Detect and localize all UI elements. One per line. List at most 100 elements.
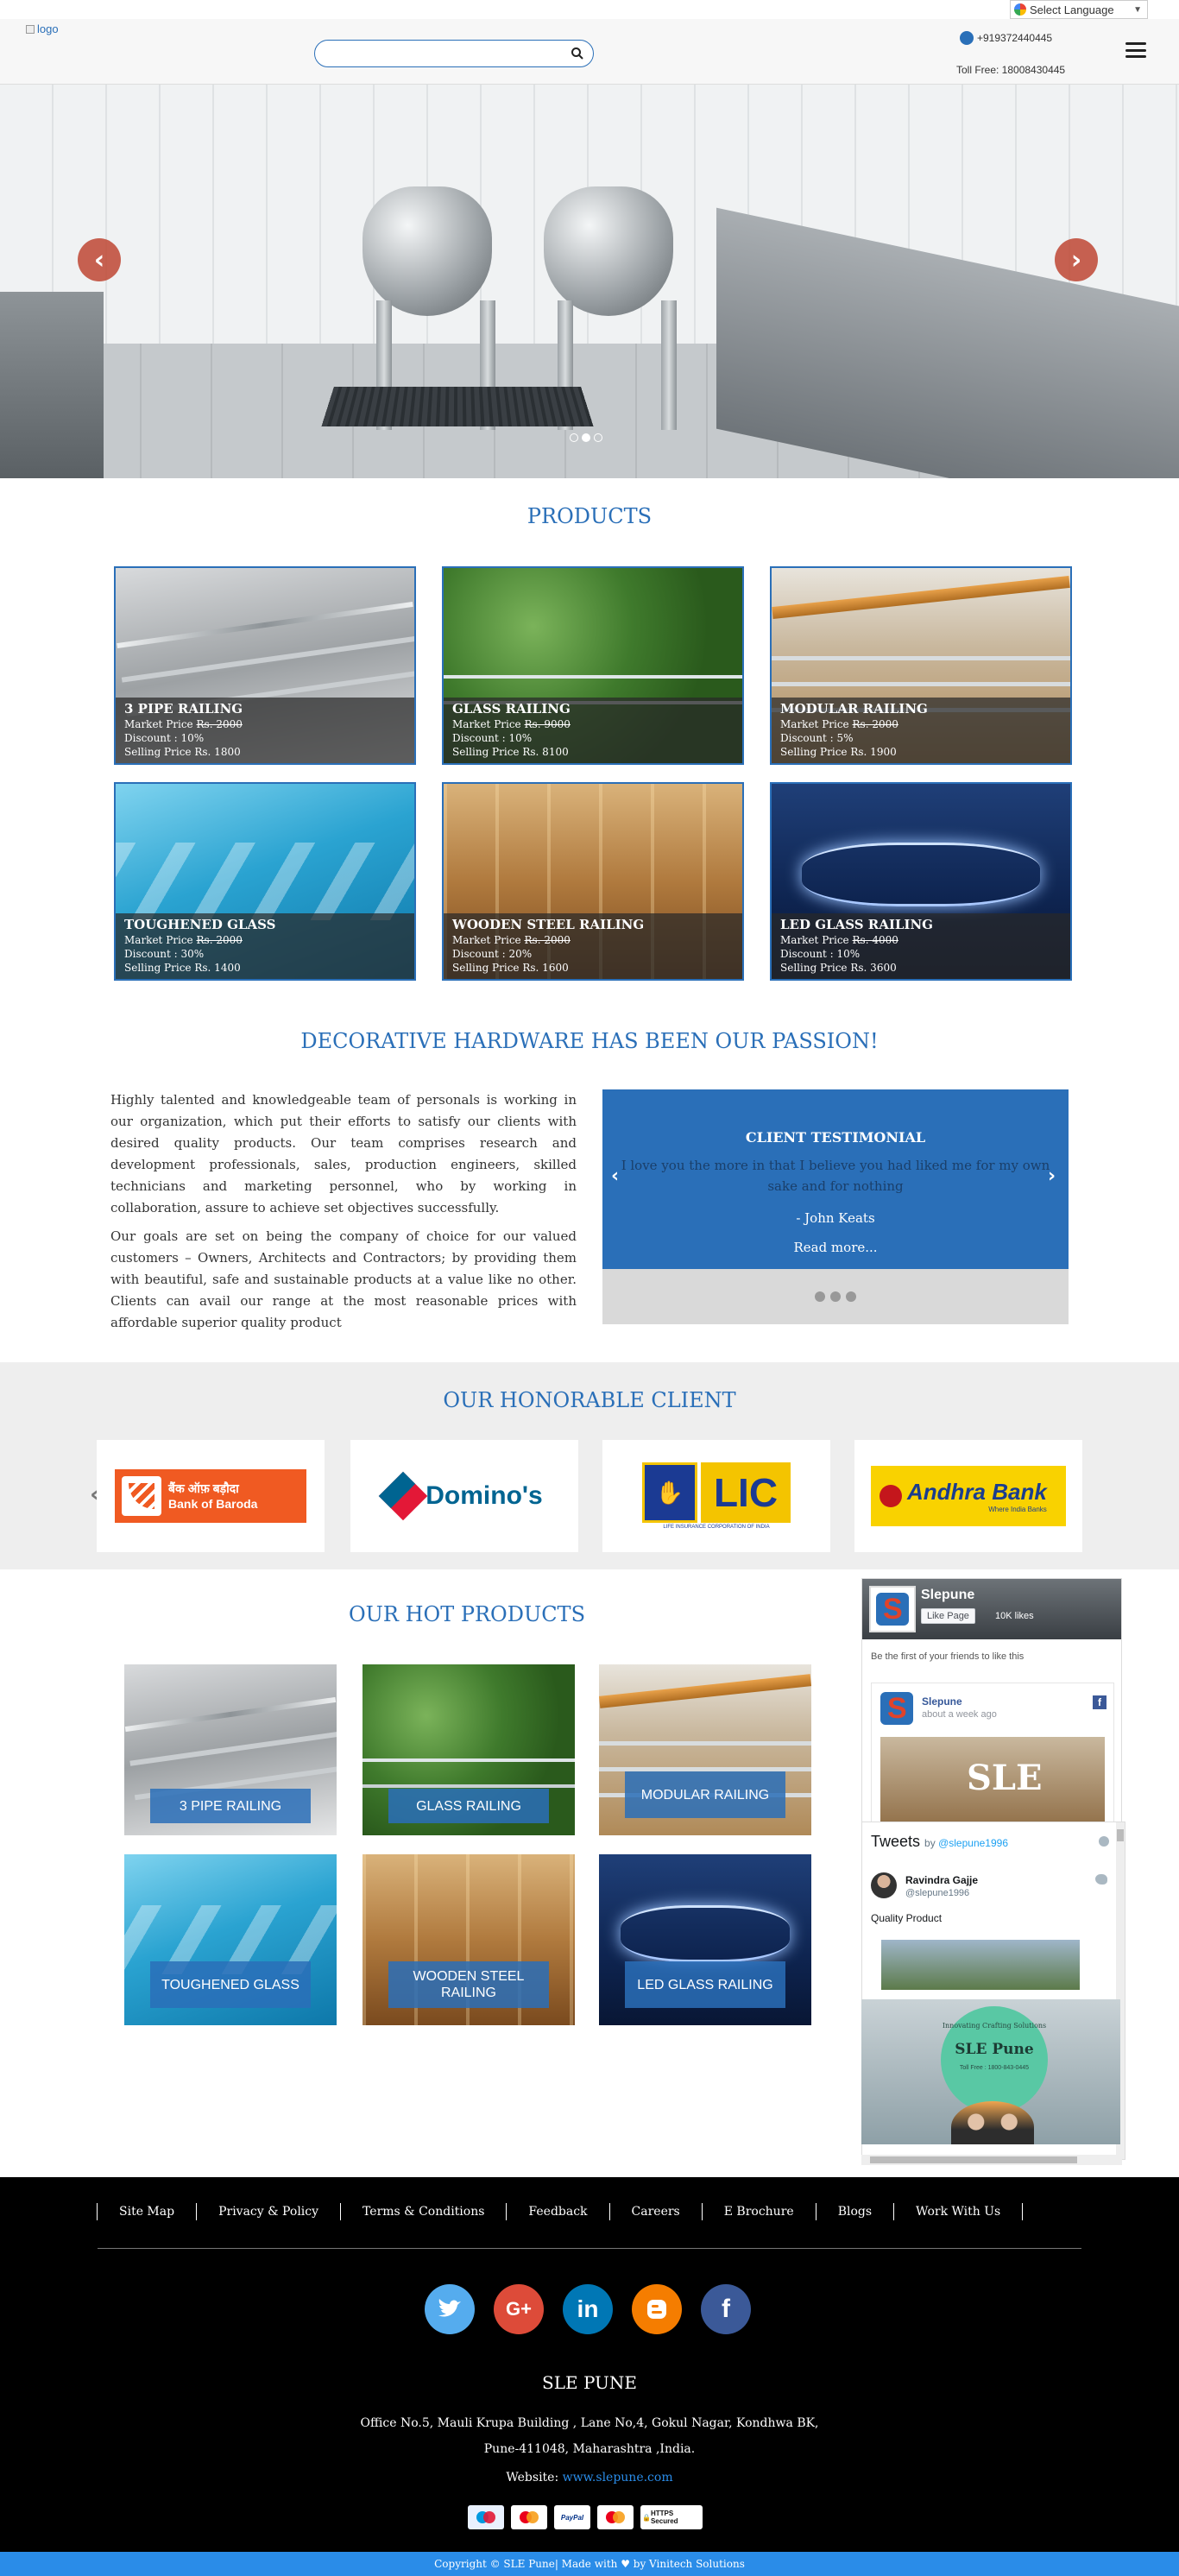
hot-product-label: GLASS RAILING [388,1789,549,1823]
footer-link[interactable]: Privacy & Policy [196,2203,340,2220]
footer-link[interactable]: Terms & Conditions [340,2203,506,2220]
facebook-post[interactable]: Slepune about a week ago f SLE [871,1683,1114,1828]
testimonial-next-icon[interactable]: › [1048,1165,1056,1187]
testimonial-quote: I love you the more in that I believe yo… [621,1158,1050,1194]
andhra-bank-name: Andhra Bank [907,1479,1047,1505]
selling-price-label: Selling Price [452,746,520,758]
sle-banner-toll: Toll Free : 1800-843-0445 [959,2065,1030,2071]
selling-price: Rs. 1800 [194,746,241,758]
google-plus-icon[interactable]: G+ [494,2284,544,2334]
facebook-like-page-button[interactable]: Like Page [921,1608,975,1624]
hot-product-card[interactable]: LED GLASS RAILING [599,1854,811,2025]
hot-product-card[interactable]: TOUGHENED GLASS [124,1854,337,2025]
discount-label: Discount [780,732,827,744]
slider-dot-active[interactable] [582,433,590,442]
footer-divider [98,2248,1081,2249]
discount-value: 20% [508,948,533,960]
hot-product-card[interactable]: MODULAR RAILING [599,1664,811,1835]
sle-logo-icon [880,1692,913,1725]
facebook-page-name[interactable]: Slepune [921,1588,974,1603]
twitter-handle-link[interactable]: @slepune1996 [938,1837,1008,1849]
hot-product-card[interactable]: 3 PIPE RAILING [124,1664,337,1835]
client-logo-lic[interactable]: ✋ LIC LIFE INSURANCE CORPORATION OF INDI… [602,1440,830,1552]
search-input[interactable] [327,41,569,66]
facebook-friends-text: Be the first of your friends to like thi… [871,1651,1025,1662]
twitter-user-avatar[interactable] [871,1872,897,1898]
tweet-text: Quality Product [871,1912,943,1924]
product-card[interactable]: 3 PIPE RAILING Market Price Rs. 2000 Disco… [114,566,416,765]
search-icon[interactable] [571,47,584,60]
twitter-icon[interactable] [425,2284,475,2334]
product-name: LED GLASS RAILING [780,917,933,932]
https-secured-label: HTTPS Secured [650,2510,678,2525]
slider-dot[interactable] [570,433,578,442]
phone-contact[interactable]: +919372440445 [960,31,1052,45]
language-select[interactable]: Select Language ▼ [1010,0,1148,19]
twitter-user-handle[interactable]: @slepune1996 [905,1888,969,1898]
linkedin-icon[interactable]: in [563,2284,613,2334]
search-bar [314,40,594,67]
https-secured-icon: 🔒 HTTPS Secured [640,2505,703,2529]
footer-links: Site Map Privacy & Policy Terms & Conditio… [97,2203,1024,2220]
twitter-user-name[interactable]: Ravindra Gajje [905,1874,978,1886]
footer-link[interactable]: E Brochure [701,2203,816,2220]
product-card[interactable]: GLASS RAILING Market Price Rs. 9000 Discou… [442,566,744,765]
site-logo[interactable]: logo [26,22,59,35]
hamburger-menu-icon[interactable] [1125,40,1146,60]
market-price-label: Market Price [780,718,849,730]
product-card[interactable]: WOODEN STEEL RAILING Market Price Rs. 200… [442,782,744,981]
andhra-bank-tagline: Where India Banks [988,1506,1047,1513]
testimonial-prev-icon[interactable]: ‹ [611,1165,619,1187]
testimonial-read-more-link[interactable]: Read more... [602,1240,1069,1255]
testimonial-dot[interactable] [846,1291,856,1302]
facebook-like-count: 10K likes [995,1611,1034,1621]
hot-product-label: 3 PIPE RAILING [150,1789,311,1823]
footer-address-line-2: Pune-411048, Maharashtra ,India. [483,2442,696,2456]
hot-product-card[interactable]: WOODEN STEEL RAILING [363,1854,575,2025]
product-info: GLASS RAILING Market Price Rs. 9000 Discou… [444,698,742,763]
passion-title: DECORATIVE HARDWARE HAS BEEN OUR PASSION… [300,1029,879,1053]
footer-link[interactable]: Careers [608,2203,702,2220]
horizontal-scrollbar[interactable] [861,2155,1122,2165]
product-card[interactable]: MODULAR RAILING Market Price Rs. 2000 Disc… [770,566,1072,765]
payment-methods: PayPal 🔒 HTTPS Secured [468,2505,703,2529]
tweet-image[interactable] [881,1940,1080,1990]
footer-website-link[interactable]: www.slepune.com [563,2471,673,2484]
facebook-page-avatar[interactable] [869,1586,916,1632]
product-card[interactable]: TOUGHENED GLASS Market Price Rs. 2000 Disc… [114,782,416,981]
client-logo-bank-of-baroda[interactable]: बैंक ऑफ़ बड़ौदा Bank of Baroda [97,1440,325,1552]
selling-price: Rs. 8100 [522,746,569,758]
testimonial-dot[interactable] [815,1291,825,1302]
testimonial-dot[interactable] [830,1291,841,1302]
product-info: LED GLASS RAILING Market Price Rs. 4000 Di… [772,913,1070,979]
product-info: TOUGHENED GLASS Market Price Rs. 2000 Disc… [116,913,414,979]
google-icon [1014,3,1026,16]
slider-prev-button[interactable]: ‹ [78,238,121,281]
hot-product-card[interactable]: GLASS RAILING [363,1664,575,1835]
clients-title: OUR HONORABLE CLIENT [443,1388,736,1412]
facebook-icon[interactable]: f [701,2284,751,2334]
blogger-icon[interactable] [632,2284,682,2334]
footer-link[interactable]: Site Map [97,2203,196,2220]
sle-logo-icon [876,1593,909,1626]
client-logo-andhra-bank[interactable]: Andhra Bank Where India Banks [854,1440,1082,1552]
footer-link[interactable]: Feedback [506,2203,608,2220]
product-card[interactable]: LED GLASS RAILING Market Price Rs. 4000 Di… [770,782,1072,981]
info-icon[interactable] [1099,1836,1109,1847]
facebook-post-author[interactable]: Slepune [922,1695,962,1708]
selling-price-label: Selling Price [124,962,192,974]
about-paragraph-1: Highly talented and knowledgeable team o… [110,1092,577,1215]
slider-next-button[interactable]: › [1055,238,1098,281]
discount-label: Discount [124,948,171,960]
client-logo-dominos[interactable]: Domino's [350,1440,578,1552]
slider-dot[interactable] [594,433,602,442]
hot-product-label: WOODEN STEEL RAILING [388,1961,549,2008]
footer-link[interactable]: Blogs [815,2203,893,2220]
clients-section: OUR HONORABLE CLIENT ‹ › बैंक ऑफ़ बड़ौदा… [0,1362,1179,1569]
market-price: Rs. 9000 [524,718,571,730]
selling-price: Rs. 1400 [194,962,241,974]
about-paragraph-2: Our goals are set on being the company o… [110,1228,577,1330]
footer-link[interactable]: Work With Us [893,2203,1024,2220]
sle-promo-banner[interactable]: Innovating Crafting Solutions SLE Pune T… [861,1999,1120,2144]
product-name: GLASS RAILING [452,701,571,717]
